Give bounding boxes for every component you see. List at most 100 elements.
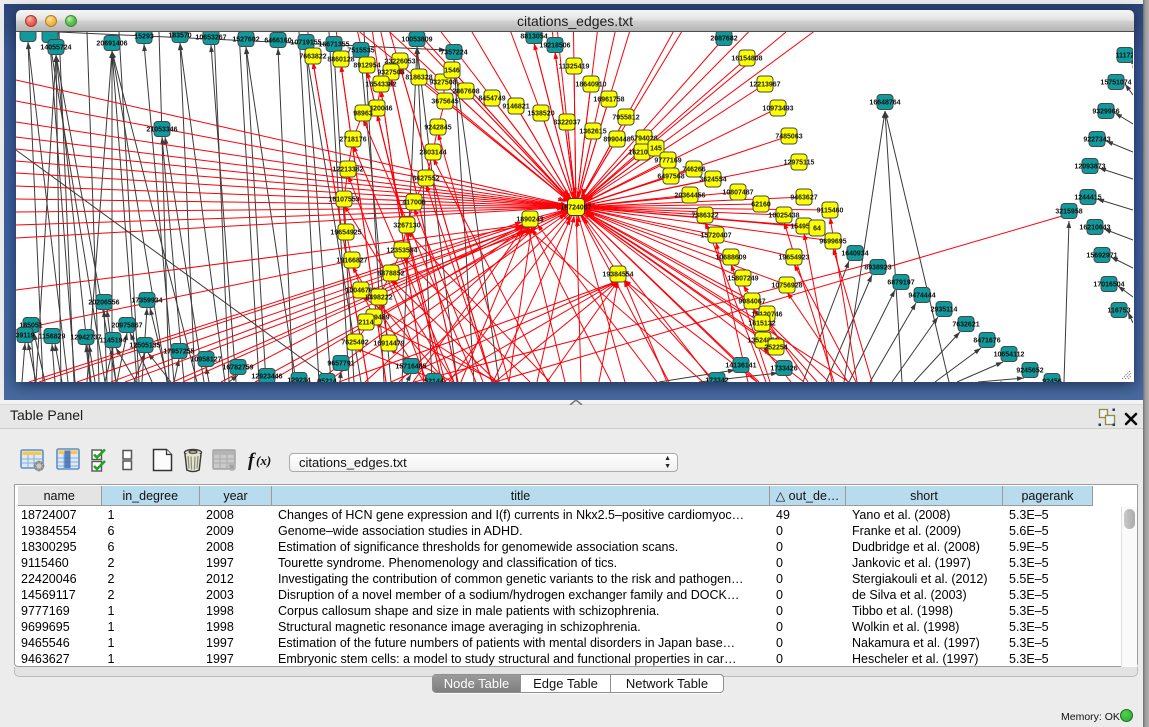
svg-text:11172: 11172 <box>1116 53 1133 60</box>
svg-text:8322037: 8322037 <box>553 120 580 127</box>
svg-text:2087682: 2087682 <box>710 36 737 43</box>
svg-text:10719155: 10719155 <box>290 40 321 47</box>
svg-text:8860128: 8860128 <box>327 57 354 64</box>
svg-text:16107553: 16107553 <box>328 197 359 204</box>
svg-text:2114: 2114 <box>358 320 373 327</box>
svg-text:2803144: 2803144 <box>419 150 446 157</box>
svg-text:9227343: 9227343 <box>1083 137 1110 144</box>
svg-text:f: f <box>248 450 256 471</box>
svg-text:7515535: 7515535 <box>347 48 374 55</box>
svg-text:6497568: 6497568 <box>657 174 684 181</box>
svg-text:16914479: 16914479 <box>373 341 404 348</box>
svg-text:20975867: 20975867 <box>111 323 142 330</box>
svg-text:183570: 183570 <box>168 33 191 40</box>
svg-text:7357224: 7357224 <box>440 50 467 57</box>
svg-text:19218506: 19218506 <box>539 43 570 50</box>
svg-text:3675645: 3675645 <box>431 99 458 106</box>
svg-text:10025438: 10025438 <box>768 213 799 220</box>
svg-text:1244415: 1244415 <box>1074 195 1101 202</box>
svg-text:19654925: 19654925 <box>330 230 361 237</box>
svg-text:9245652: 9245652 <box>1016 368 1043 375</box>
svg-text:11325419: 11325419 <box>559 64 590 71</box>
svg-text:20206556: 20206556 <box>88 300 119 307</box>
svg-text:116753: 116753 <box>1108 308 1131 315</box>
svg-text:6879197: 6879197 <box>887 280 914 287</box>
svg-text:1145194: 1145194 <box>100 338 127 345</box>
svg-text:8990448: 8990448 <box>603 137 630 144</box>
svg-text:417006: 417006 <box>402 200 425 207</box>
svg-text:15293: 15293 <box>134 34 154 41</box>
svg-text:7955812: 7955812 <box>612 115 639 122</box>
svg-text:16543382: 16543382 <box>365 82 396 89</box>
svg-text:10653267: 10653267 <box>195 35 226 42</box>
svg-text:1890243: 1890243 <box>516 217 543 224</box>
svg-text:7386322: 7386322 <box>691 213 718 220</box>
svg-text:17016504: 17016504 <box>1093 282 1124 289</box>
svg-text:12975115: 12975115 <box>784 160 815 167</box>
svg-text:173342: 173342 <box>705 378 728 383</box>
svg-text:1615132: 1615132 <box>748 321 775 328</box>
svg-text:3215958: 3215958 <box>1055 209 1082 216</box>
svg-text:10053809: 10053809 <box>401 37 432 44</box>
svg-text:8471676: 8471676 <box>973 338 1000 345</box>
svg-text:17957255: 17957255 <box>163 349 194 356</box>
svg-text:16782759: 16782759 <box>222 365 253 372</box>
svg-text:19654923: 19654923 <box>778 255 809 262</box>
svg-text:1733426: 1733426 <box>770 366 797 373</box>
svg-text:19384554: 19384554 <box>602 272 633 279</box>
svg-text:2935114: 2935114 <box>931 307 958 314</box>
svg-text:39119: 39119 <box>16 333 35 340</box>
svg-text:14055724: 14055724 <box>40 45 71 52</box>
svg-text:9084067: 9084067 <box>738 299 765 306</box>
svg-text:64: 64 <box>813 226 821 233</box>
svg-text:12505135: 12505135 <box>129 343 160 350</box>
svg-text:9327503: 9327503 <box>377 70 404 77</box>
svg-text:(x): (x) <box>256 453 271 468</box>
svg-text:92456: 92456 <box>1042 379 1062 383</box>
svg-text:12353594: 12353594 <box>386 248 417 255</box>
svg-text:21053346: 21053346 <box>146 127 177 134</box>
svg-text:9329966: 9329966 <box>1092 109 1119 116</box>
svg-text:1362615: 1362615 <box>579 129 606 136</box>
svg-text:98963: 98963 <box>353 111 373 118</box>
svg-text:145: 145 <box>650 146 662 153</box>
svg-text:16648764: 16648764 <box>869 100 900 107</box>
svg-text:9474444: 9474444 <box>908 293 935 300</box>
svg-text:12093873: 12093873 <box>1074 164 1105 171</box>
svg-text:20691406: 20691406 <box>96 41 127 48</box>
svg-text:18640910: 18640910 <box>575 82 606 89</box>
svg-text:10688609: 10688609 <box>715 255 746 262</box>
svg-text:16154808: 16154808 <box>731 56 762 63</box>
svg-text:16210643: 16210643 <box>1079 225 1110 232</box>
svg-text:12213382: 12213382 <box>332 167 363 174</box>
svg-text:252254: 252254 <box>764 345 787 352</box>
svg-text:62160: 62160 <box>751 202 771 209</box>
svg-text:9699695: 9699695 <box>819 239 846 246</box>
svg-text:2867608: 2867608 <box>452 89 479 96</box>
svg-text:8938923: 8938923 <box>864 265 891 272</box>
svg-text:129234: 129234 <box>287 378 310 383</box>
svg-text:7625402: 7625402 <box>341 340 368 347</box>
svg-text:8813054: 8813054 <box>520 34 547 41</box>
svg-text:19166827: 19166827 <box>336 258 367 265</box>
svg-text:15807249: 15807249 <box>727 276 758 283</box>
svg-text:10807487: 10807487 <box>722 190 753 197</box>
svg-text:8427552: 8427552 <box>412 176 439 183</box>
svg-text:9115460: 9115460 <box>817 208 844 215</box>
svg-text:9657791: 9657791 <box>327 361 354 368</box>
svg-text:15720407: 15720407 <box>700 233 731 240</box>
svg-text:2718176: 2718176 <box>339 137 366 144</box>
svg-text:8878852: 8878852 <box>377 271 404 278</box>
svg-text:9463627: 9463627 <box>790 195 817 202</box>
svg-text:7485063: 7485063 <box>775 134 802 141</box>
svg-text:1527602: 1527602 <box>232 37 259 44</box>
svg-text:16961758: 16961758 <box>593 97 624 104</box>
svg-text:12213967: 12213967 <box>749 82 780 89</box>
svg-text:8498222: 8498222 <box>365 295 392 302</box>
svg-text:1546: 1546 <box>444 68 460 75</box>
svg-text:10756928: 10756928 <box>771 283 802 290</box>
svg-text:3267130: 3267130 <box>393 223 420 230</box>
svg-text:15692971: 15692971 <box>1086 253 1117 260</box>
svg-text:12942737: 12942737 <box>70 335 101 342</box>
svg-text:16671355: 16671355 <box>318 42 349 49</box>
